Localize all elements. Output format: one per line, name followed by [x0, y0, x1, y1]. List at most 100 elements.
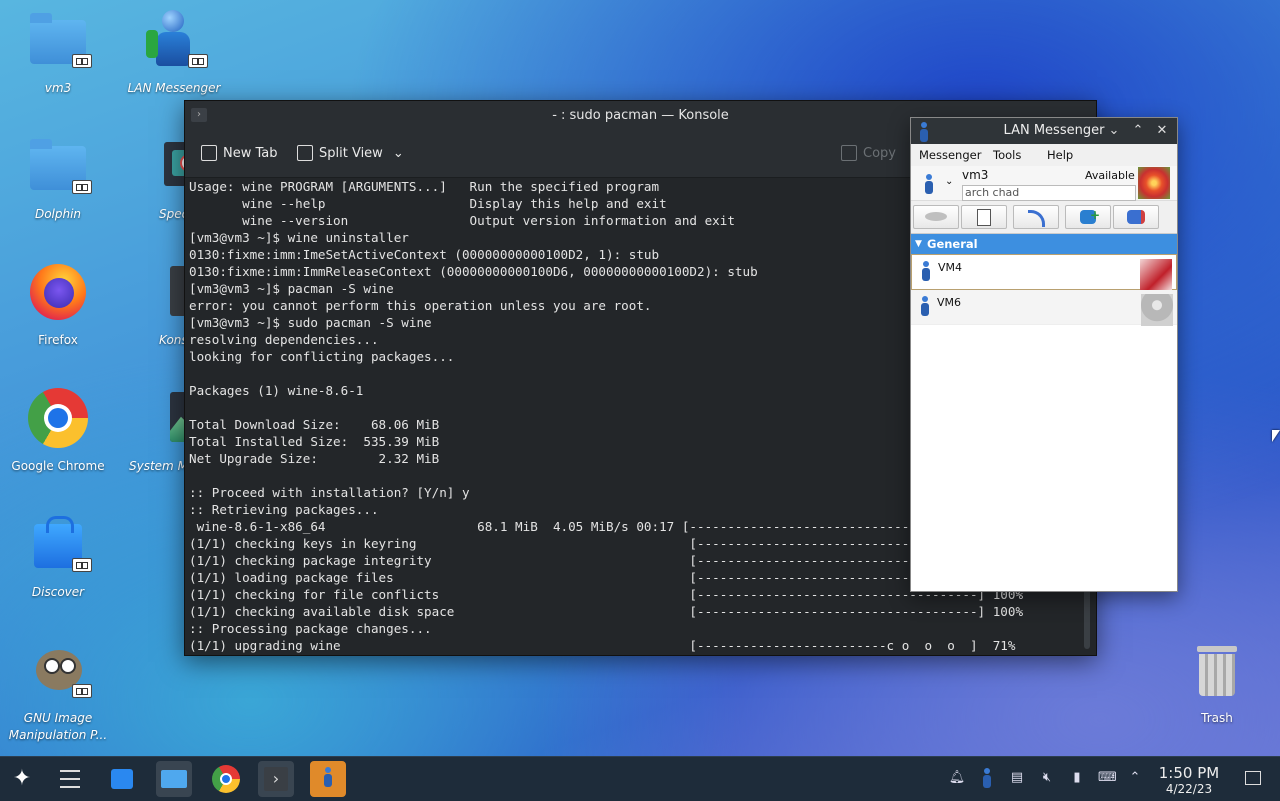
lan-messenger-window[interactable]: LAN Messenger ⌄ ⌃ ✕ Messenger Tools Help… — [910, 117, 1178, 592]
folder-icon — [26, 10, 92, 74]
close-icon[interactable]: ✕ — [1153, 122, 1171, 140]
rss-icon — [1027, 210, 1045, 227]
trash-icon — [1185, 640, 1249, 704]
shopping-bag-icon — [26, 514, 92, 578]
user-name: vm3 — [962, 168, 989, 182]
user-status[interactable]: Available — [1085, 169, 1135, 182]
lan-menubar: Messenger Tools Help — [911, 144, 1177, 166]
clock[interactable]: 1:50 PM 4/22/23 — [1150, 764, 1228, 796]
keyboard-layout-icon[interactable]: ⌨ — [1098, 769, 1117, 787]
group-header-general[interactable]: ▼ General — [911, 234, 1177, 254]
usb-device-icon[interactable]: ▮ — [1068, 769, 1086, 787]
split-view-label: Split View — [319, 145, 383, 161]
chevron-up-icon[interactable]: ⌃ — [1126, 769, 1144, 787]
split-view-icon — [297, 145, 313, 161]
taskbar: ✦ › 🔔︎ ▤ 🔇︎ ▮ ⌨ ⌃ 1:50 PM 4/22/23 — [0, 756, 1280, 801]
desktop-icon-label: vm3 — [44, 81, 72, 95]
add-user-icon: + — [1080, 209, 1100, 224]
group-label: General — [927, 237, 978, 251]
clock-time: 1:50 PM — [1158, 764, 1220, 782]
user-icon — [925, 174, 933, 194]
terminal-icon: › — [264, 767, 288, 791]
terminal-line: (1/1) checking available disk space [---… — [189, 604, 1024, 619]
desktop-icon-label: Dolphin — [34, 207, 82, 221]
clipboard-icon[interactable]: ▤ — [1008, 769, 1026, 787]
chevron-down-icon[interactable]: ⌄ — [1105, 122, 1123, 140]
taskbar-lan-messenger-button[interactable] — [310, 761, 346, 797]
status-message-input[interactable]: arch chad — [962, 185, 1136, 201]
chat-button[interactable] — [913, 205, 959, 229]
sliders-icon — [60, 770, 80, 788]
copy-label: Copy — [863, 145, 896, 161]
taskbar-dolphin-button[interactable] — [156, 761, 192, 797]
desktop-icon-firefox[interactable]: Firefox — [3, 262, 113, 349]
settings-button[interactable] — [1113, 205, 1159, 229]
contact-name: VM4 — [938, 261, 963, 274]
folder-icon — [161, 770, 187, 788]
menu-tools[interactable]: Tools — [993, 148, 1021, 162]
folder-icon — [26, 136, 92, 200]
desktop-icon-vm3[interactable]: vm3 — [3, 10, 113, 97]
copy-button[interactable]: Copy — [841, 145, 896, 161]
contact-name: VM6 — [937, 296, 962, 309]
desktop-icon-label: Google Chrome — [11, 459, 105, 473]
volume-muted-icon[interactable]: 🔇︎ — [1038, 769, 1056, 787]
taskbar-discover-button[interactable] — [104, 761, 140, 797]
file-icon — [977, 209, 991, 226]
new-tab-button[interactable]: New Tab — [201, 145, 278, 161]
contact-avatar — [1141, 294, 1173, 326]
desktop-icon-chrome[interactable]: Google Chrome — [3, 388, 113, 475]
chrome-icon — [212, 765, 240, 793]
user-avatar — [1138, 167, 1170, 199]
clock-date: 4/22/23 — [1165, 782, 1213, 796]
chrome-icon — [26, 388, 90, 452]
show-desktop-button[interactable] — [1244, 769, 1262, 787]
gimp-icon — [26, 640, 92, 704]
taskbar-settings-button[interactable] — [52, 761, 88, 797]
show-desktop-icon — [1245, 771, 1261, 785]
lan-messenger-icon — [142, 10, 208, 74]
menu-help[interactable]: Help — [1047, 148, 1073, 162]
split-view-button[interactable]: Split View ⌄ — [297, 145, 404, 161]
desktop-icon-label: Firefox — [38, 333, 78, 347]
desktop-icon-label: Discover — [31, 585, 85, 599]
notification-bell-icon[interactable]: 🔔︎ — [948, 769, 966, 787]
users-icon — [1127, 210, 1145, 224]
new-tab-icon — [201, 145, 217, 161]
menu-messenger[interactable]: Messenger — [919, 148, 981, 162]
new-tab-label: New Tab — [223, 145, 278, 161]
desktop-icon-gimp[interactable]: GNU Image Manipulation P... — [3, 640, 113, 744]
desktop-icon-lan-messenger[interactable]: LAN Messenger — [119, 10, 229, 97]
desktop-icon-label: GNU Image Manipulation P... — [8, 711, 108, 742]
contact-row[interactable]: VM4 — [911, 254, 1177, 291]
chevron-down-icon: ▼ — [915, 239, 922, 249]
chat-icon — [925, 212, 947, 221]
lan-action-toolbar: + — [911, 201, 1177, 234]
user-status-bar: ⌄ vm3 Available arch chad — [911, 166, 1177, 201]
shopping-bag-icon — [111, 769, 133, 789]
taskbar-chrome-button[interactable] — [208, 761, 244, 797]
lan-titlebar[interactable]: LAN Messenger ⌄ ⌃ ✕ — [911, 118, 1177, 144]
chevron-down-icon: ⌄ — [392, 145, 404, 161]
mouse-cursor-icon — [1272, 430, 1280, 442]
contact-icon — [921, 296, 929, 316]
desktop-icon-label: LAN Messenger — [127, 81, 221, 95]
lan-messenger-tray-icon[interactable] — [978, 768, 996, 788]
contact-row[interactable]: VM6 — [911, 290, 1177, 326]
desktop-icon-label: Trash — [1201, 711, 1233, 725]
desktop-icon-discover[interactable]: Discover — [3, 514, 113, 601]
add-contact-button[interactable]: + — [1065, 205, 1111, 229]
desktop-icon-dolphin[interactable]: Dolphin — [3, 136, 113, 223]
file-transfer-button[interactable] — [961, 205, 1007, 229]
maximize-icon[interactable]: ⌃ — [1129, 122, 1147, 140]
broadcast-button[interactable] — [1013, 205, 1059, 229]
taskbar-konsole-button[interactable]: › — [258, 761, 294, 797]
contact-icon — [922, 261, 930, 281]
copy-icon — [841, 145, 857, 161]
status-dropdown-icon[interactable]: ⌄ — [945, 176, 953, 187]
firefox-icon — [26, 262, 90, 326]
contact-avatar — [1140, 259, 1172, 291]
terminal-line: (1/1) upgrading wine [------------------… — [189, 638, 1016, 653]
app-launcher-button[interactable]: ✦ — [4, 761, 40, 797]
desktop-icon-trash[interactable]: Trash — [1162, 640, 1272, 727]
